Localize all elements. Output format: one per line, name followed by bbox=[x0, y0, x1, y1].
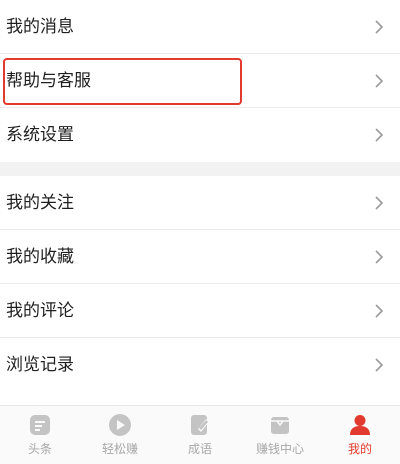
chevron-right-icon bbox=[375, 74, 384, 88]
menu-group-2: 我的关注 我的收藏 我的评论 浏览记录 bbox=[0, 176, 400, 392]
chevron-right-icon bbox=[375, 128, 384, 142]
tab-news[interactable]: 头条 bbox=[0, 406, 80, 464]
menu-item-label: 我的收藏 bbox=[6, 246, 74, 267]
edit-icon bbox=[191, 415, 209, 435]
tab-label: 轻松赚 bbox=[101, 442, 138, 456]
tab-label: 赚钱中心 bbox=[255, 442, 304, 456]
tab-idioms[interactable]: 成语 bbox=[160, 406, 240, 464]
tab-mine[interactable]: 我的 bbox=[320, 406, 400, 464]
menu-item-favorites[interactable]: 我的收藏 bbox=[0, 230, 400, 284]
tab-label: 头条 bbox=[27, 442, 52, 456]
menu-item-history[interactable]: 浏览记录 bbox=[0, 338, 400, 392]
tab-easy-earn[interactable]: 轻松赚 bbox=[80, 406, 160, 464]
menu-item-following[interactable]: 我的关注 bbox=[0, 176, 400, 230]
chevron-right-icon bbox=[375, 20, 384, 34]
chevron-right-icon bbox=[375, 304, 384, 318]
chevron-right-icon bbox=[375, 358, 384, 372]
box-icon bbox=[271, 417, 289, 434]
tab-label: 成语 bbox=[187, 442, 212, 456]
user-icon bbox=[350, 415, 370, 435]
tab-earn-center[interactable]: 赚钱中心 bbox=[240, 406, 320, 464]
menu-item-label: 系统设置 bbox=[6, 124, 74, 145]
menu-group-1: 我的消息 帮助与客服 系统设置 bbox=[0, 0, 400, 162]
section-gap bbox=[0, 162, 400, 176]
menu-item-label: 我的评论 bbox=[6, 300, 74, 321]
chevron-right-icon bbox=[375, 250, 384, 264]
menu-item-comments[interactable]: 我的评论 bbox=[0, 284, 400, 338]
chevron-right-icon bbox=[375, 196, 384, 210]
menu-item-label: 浏览记录 bbox=[6, 354, 74, 375]
tab-label: 我的 bbox=[347, 442, 372, 456]
bottom-tab-bar: 头条 轻松赚 成语 赚钱中心 我的 bbox=[0, 405, 400, 464]
menu-item-label: 我的消息 bbox=[6, 16, 74, 37]
menu-item-label: 我的关注 bbox=[6, 192, 74, 213]
menu-item-settings[interactable]: 系统设置 bbox=[0, 108, 400, 162]
news-icon bbox=[30, 415, 50, 435]
menu-item-help[interactable]: 帮助与客服 bbox=[0, 54, 400, 108]
menu-item-label: 帮助与客服 bbox=[6, 70, 91, 91]
play-icon bbox=[109, 414, 131, 436]
menu-item-messages[interactable]: 我的消息 bbox=[0, 0, 400, 54]
